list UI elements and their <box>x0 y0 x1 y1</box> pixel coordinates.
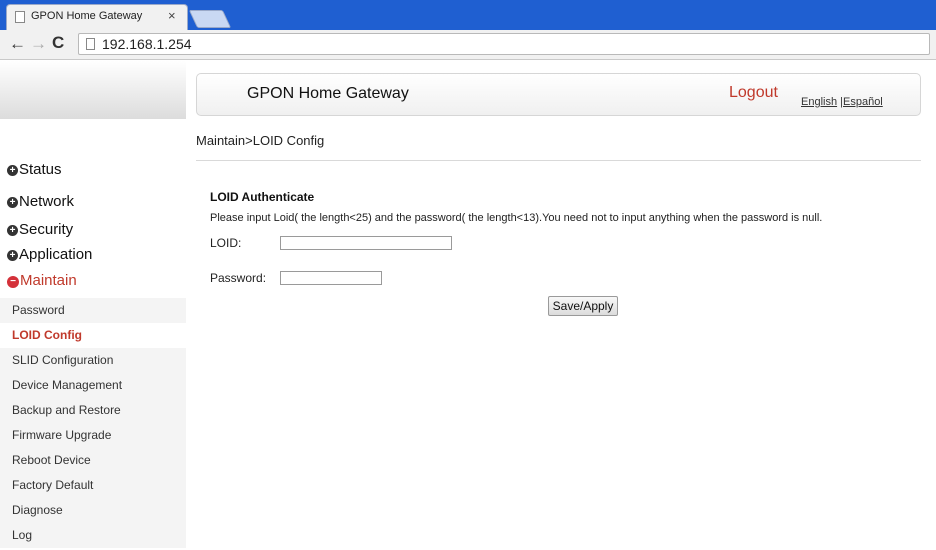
expand-icon: + <box>7 197 18 208</box>
browser-tab[interactable]: GPON Home Gateway × <box>6 4 188 30</box>
logout-link[interactable]: Logout <box>729 84 778 102</box>
spanish-link[interactable]: Español <box>843 96 883 108</box>
menu-item-label: Network <box>19 193 75 210</box>
section-title: LOID Authenticate <box>210 190 315 204</box>
password-input[interactable] <box>280 271 382 285</box>
reload-icon[interactable]: C <box>52 33 64 53</box>
expand-icon: + <box>7 165 18 176</box>
url-text[interactable]: 192.168.1.254 <box>102 36 192 52</box>
menu-item-label: Maintain <box>20 272 77 289</box>
sidebar-header <box>0 61 186 119</box>
password-label: Password: <box>210 271 267 285</box>
menu-item-application[interactable]: + Application <box>7 246 92 263</box>
menu-item-status[interactable]: + Status <box>7 161 62 178</box>
save-apply-button[interactable]: Save/Apply <box>548 296 618 316</box>
submenu-device-management[interactable]: Device Management <box>0 373 186 398</box>
menu-item-network[interactable]: + Network <box>7 193 74 210</box>
submenu-log[interactable]: Log <box>0 523 186 548</box>
close-icon[interactable]: × <box>168 8 176 23</box>
menu-item-security[interactable]: + Security <box>7 221 73 238</box>
menu-item-label: Status <box>19 161 62 178</box>
expand-icon: + <box>7 225 18 236</box>
submenu-password[interactable]: Password <box>0 298 186 323</box>
header-bar: GPON Home Gateway Logout English |Españo… <box>196 73 921 116</box>
menu-item-maintain[interactable]: − Maintain <box>7 272 77 289</box>
browser-toolbar: ← → C 192.168.1.254 <box>0 30 936 60</box>
new-tab-button[interactable] <box>188 10 232 28</box>
address-bar[interactable]: 192.168.1.254 <box>78 33 930 55</box>
sidebar: + Status + Network + Security + Application … <box>0 61 186 550</box>
submenu-diagnose[interactable]: Diagnose <box>0 498 186 523</box>
browser-tab-strip: GPON Home Gateway × <box>0 0 936 30</box>
instructions-text: Please input Loid( the length<25) and th… <box>210 212 823 224</box>
tab-title: GPON Home Gateway <box>31 10 143 22</box>
divider <box>196 160 921 161</box>
breadcrumb: Maintain>LOID Config <box>196 133 325 148</box>
expand-icon: + <box>7 250 18 261</box>
language-switcher: English |Español <box>801 96 883 108</box>
loid-label: LOID: <box>210 236 242 250</box>
submenu-backup-restore[interactable]: Backup and Restore <box>0 398 186 423</box>
submenu-slid-configuration[interactable]: SLID Configuration <box>0 348 186 373</box>
menu-item-label: Security <box>19 221 74 238</box>
page-title: GPON Home Gateway <box>247 85 409 102</box>
menu-item-label: Application <box>19 246 93 263</box>
submenu-firmware-upgrade[interactable]: Firmware Upgrade <box>0 423 186 448</box>
forward-arrow-icon[interactable]: → <box>30 34 47 54</box>
submenu-loid-config[interactable]: LOID Config <box>0 323 186 348</box>
page-icon <box>15 11 25 23</box>
english-link[interactable]: English <box>801 96 837 108</box>
submenu-factory-default[interactable]: Factory Default <box>0 473 186 498</box>
page-icon <box>86 38 95 50</box>
back-arrow-icon[interactable]: ← <box>9 34 26 54</box>
loid-input[interactable] <box>280 236 452 250</box>
collapse-icon: − <box>7 276 19 288</box>
submenu-reboot-device[interactable]: Reboot Device <box>0 448 186 473</box>
